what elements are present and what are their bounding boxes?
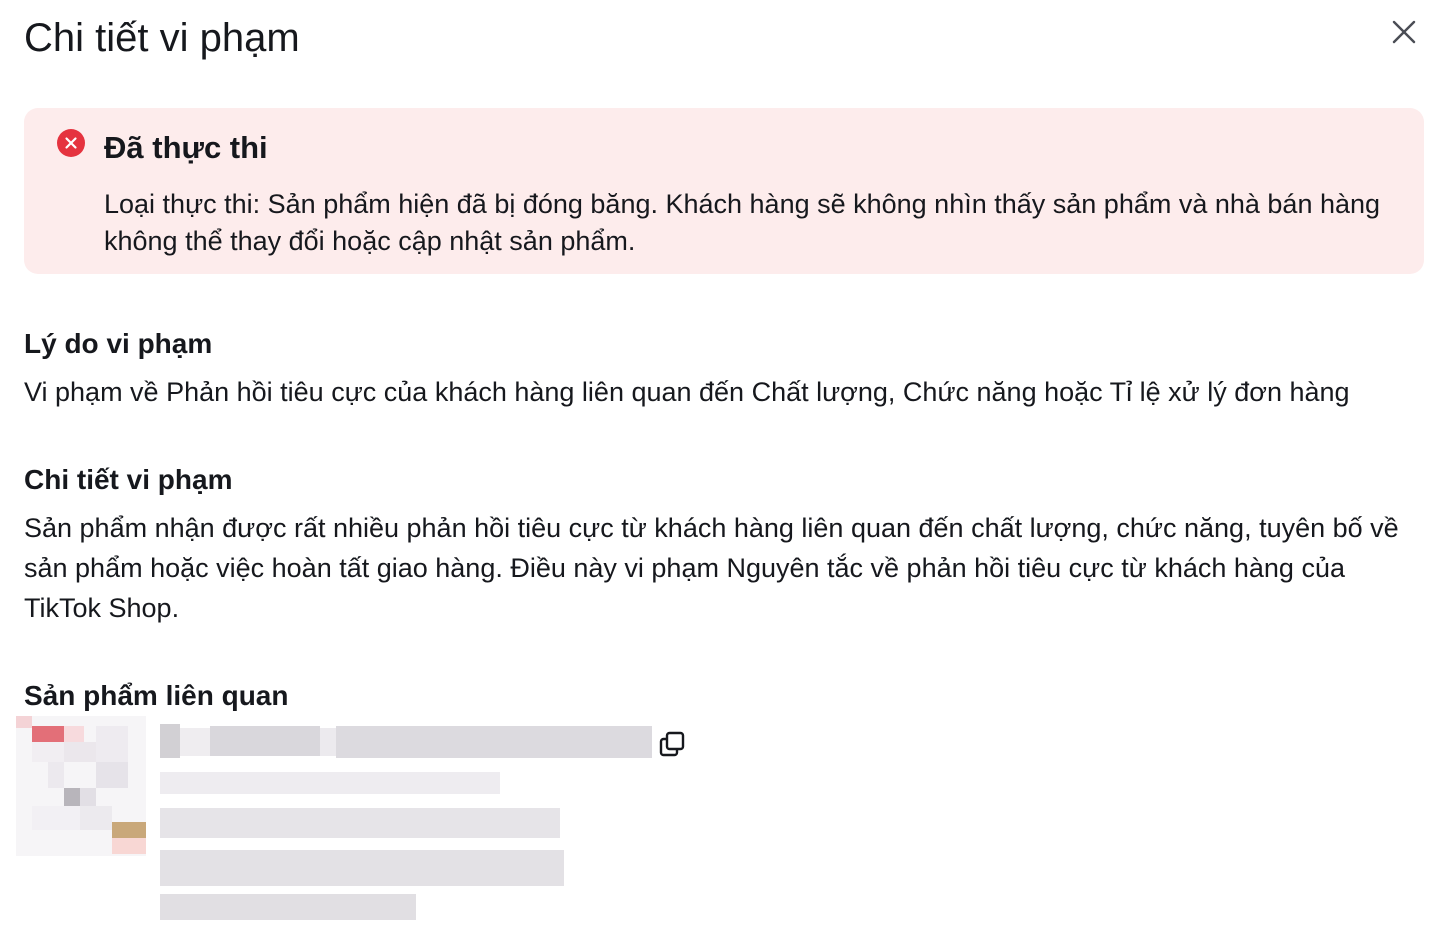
alert-title: Đã thực thi bbox=[104, 130, 268, 165]
close-icon[interactable] bbox=[1391, 19, 1417, 45]
product-thumbnail[interactable] bbox=[16, 716, 146, 856]
dialog-title: Chi tiết vi phạm bbox=[24, 16, 300, 60]
details-text: Sản phẩm nhận được rất nhiều phản hồi ti… bbox=[24, 513, 1399, 623]
violation-details-dialog: Chi tiết vi phạm Đã thực thi Loại thực t… bbox=[0, 0, 1448, 952]
copy-button[interactable] bbox=[656, 728, 688, 760]
alert-body: Loại thực thi: Sản phẩm hiện đã bị đóng … bbox=[104, 189, 1381, 256]
close-button[interactable] bbox=[1384, 12, 1424, 52]
related-products-heading: Sản phẩm liên quan bbox=[24, 680, 289, 711]
enforcement-alert: Đã thực thi Loại thực thi: Sản phẩm hiện… bbox=[24, 108, 1424, 274]
details-heading: Chi tiết vi phạm bbox=[24, 464, 233, 495]
error-circle-icon bbox=[57, 129, 85, 157]
reason-heading: Lý do vi phạm bbox=[24, 328, 213, 359]
product-details-blurred bbox=[160, 724, 652, 920]
copy-icon[interactable] bbox=[658, 730, 686, 758]
reason-text: Vi phạm về Phản hồi tiêu cực của khách h… bbox=[24, 377, 1350, 407]
